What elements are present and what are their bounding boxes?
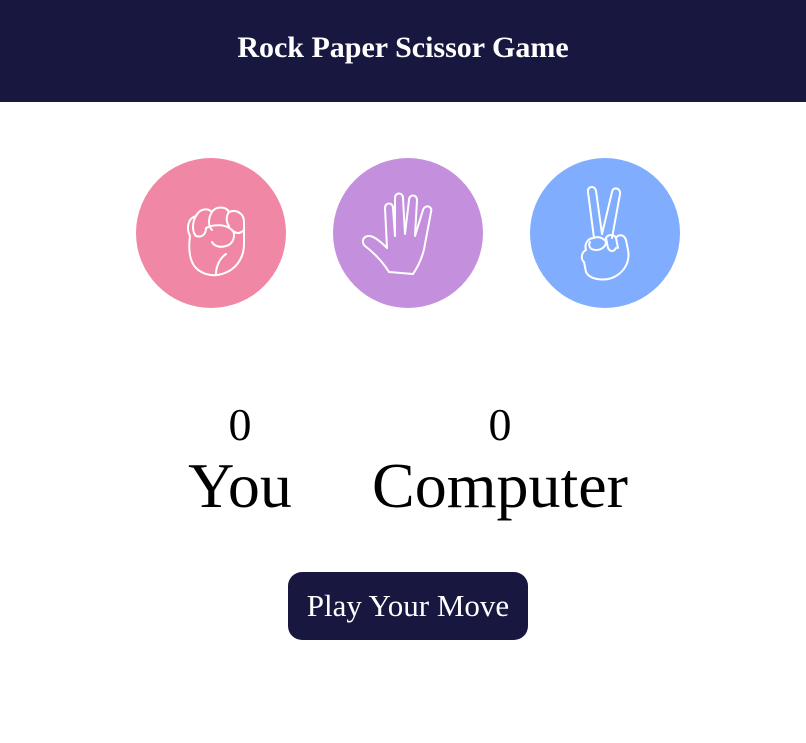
game-title: Rock Paper Scissor Game [237,31,569,64]
rock-choice-button[interactable] [136,158,286,308]
paper-choice-button[interactable] [333,158,483,308]
user-label: You [188,450,292,521]
play-move-button[interactable]: Play Your Move [288,572,528,640]
computer-score: 0 [488,399,512,450]
scissor-choice-button[interactable] [530,158,680,308]
computer-score-block: 0 Computer [350,402,650,532]
user-score: 0 [228,399,252,450]
open-hand-icon [361,192,433,275]
header-bar: Rock Paper Scissor Game [0,0,806,102]
peace-hand-icon [580,186,630,281]
fist-icon [187,206,245,277]
computer-label: Computer [372,450,628,521]
user-score-block: 0 You [140,402,340,532]
